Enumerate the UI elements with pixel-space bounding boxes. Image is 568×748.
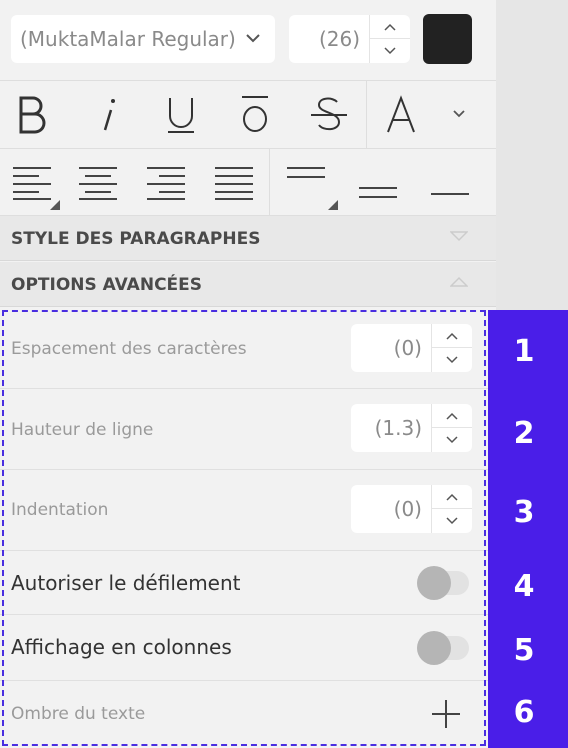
advanced-options-header[interactable]: OPTIONS AVANCÉES <box>0 262 496 307</box>
overline-icon <box>242 96 268 132</box>
chevron-down-icon <box>453 110 465 118</box>
caret-down-icon <box>450 231 468 242</box>
text-transform-dropdown[interactable] <box>436 80 482 148</box>
divider <box>269 148 270 215</box>
align-center-icon <box>79 166 117 200</box>
italic-icon <box>103 99 115 131</box>
vertical-align-top-button[interactable] <box>276 148 336 215</box>
caret-up-icon <box>450 276 468 287</box>
strikethrough-button[interactable] <box>296 80 362 148</box>
badge-6: 6 <box>513 695 535 730</box>
badge-5: 5 <box>513 633 535 668</box>
vertical-align-middle-icon <box>359 186 397 198</box>
decrement-button[interactable] <box>370 39 410 63</box>
paragraph-styles-header[interactable]: STYLE DES PARAGRAPHES <box>0 216 496 261</box>
font-row: (MuktaMalar Regular) (26) <box>0 0 496 81</box>
text-color-swatch[interactable] <box>423 14 472 64</box>
section-title: OPTIONS AVANCÉES <box>11 275 203 295</box>
text-style-row <box>0 80 496 149</box>
align-left-icon <box>13 166 51 200</box>
align-justify-button[interactable] <box>204 148 264 215</box>
chevron-down-icon <box>245 15 261 80</box>
section-title: STYLE DES PARAGRAPHES <box>11 229 261 249</box>
underline-button[interactable] <box>148 80 214 148</box>
increment-button[interactable] <box>370 15 410 39</box>
text-transform-button[interactable] <box>372 80 430 148</box>
badge-3: 3 <box>513 495 535 530</box>
font-family-select[interactable]: (MuktaMalar Regular) <box>11 15 275 63</box>
vertical-align-bottom-icon <box>431 192 469 195</box>
overline-button[interactable] <box>222 80 288 148</box>
align-center-button[interactable] <box>68 148 128 215</box>
font-size-stepper <box>369 15 410 63</box>
badge-2: 2 <box>513 416 535 451</box>
strikethrough-icon <box>311 97 347 131</box>
underline-icon <box>168 98 194 133</box>
font-family-value: (MuktaMalar Regular) <box>20 27 236 51</box>
font-size-value: (26) <box>318 27 360 51</box>
dropdown-corner <box>50 200 60 210</box>
align-right-icon <box>147 166 185 200</box>
vertical-align-middle-button[interactable] <box>348 148 408 215</box>
divider <box>366 80 367 148</box>
vertical-align-top-icon <box>287 166 325 178</box>
dropdown-corner <box>328 200 338 210</box>
advanced-options-highlight <box>2 310 486 746</box>
alignment-row <box>0 148 496 216</box>
italic-button[interactable] <box>74 80 140 148</box>
badge-4: 4 <box>513 569 535 604</box>
align-justify-icon <box>215 166 253 200</box>
bold-icon <box>19 96 46 134</box>
vertical-align-bottom-button[interactable] <box>420 148 480 215</box>
font-size-input[interactable]: (26) <box>289 15 410 63</box>
bold-button[interactable] <box>0 80 66 148</box>
letter-a-icon <box>387 95 415 133</box>
align-right-button[interactable] <box>136 148 196 215</box>
background-area <box>496 0 568 310</box>
badge-1: 1 <box>513 334 535 369</box>
